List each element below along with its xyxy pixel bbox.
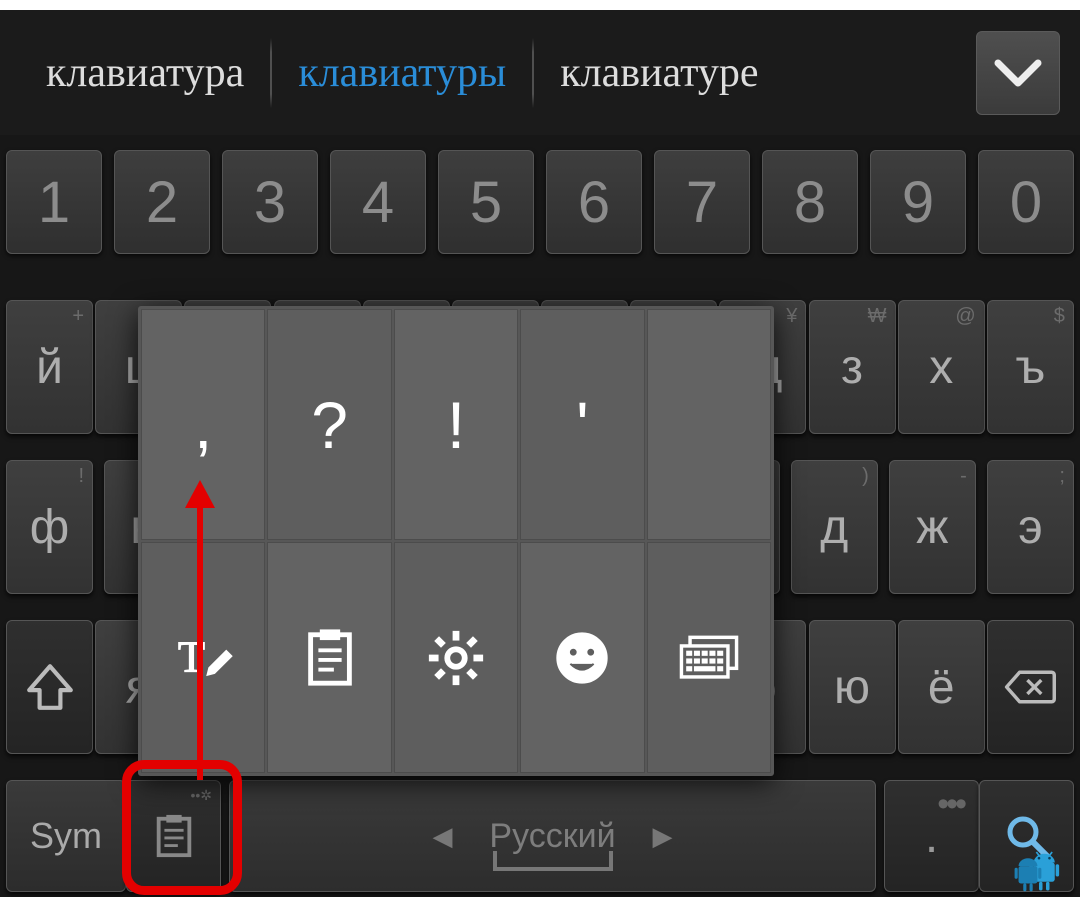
key-letter[interactable]: ю: [809, 620, 896, 754]
long-press-popup: , ? ! ' T: [138, 306, 774, 776]
key-5[interactable]: 5: [438, 150, 534, 254]
svg-text:T: T: [178, 631, 205, 681]
key-letter[interactable]: @х: [898, 300, 985, 434]
expand-suggestions-button[interactable]: [976, 31, 1060, 115]
backspace-icon: [1004, 661, 1056, 713]
app-separator: [0, 0, 1080, 10]
chevron-down-icon: [993, 58, 1043, 88]
key-0[interactable]: 0: [978, 150, 1074, 254]
key-letter[interactable]: $ъ: [987, 300, 1074, 434]
suggestion-word-2[interactable]: клавиатуре: [534, 49, 784, 97]
popup-apostrophe[interactable]: ': [520, 309, 644, 540]
clipboard-icon: [151, 813, 197, 859]
shift-key[interactable]: [6, 620, 93, 754]
keyboard-layout-icon: [678, 627, 740, 689]
popup-comma[interactable]: ,: [141, 309, 265, 540]
key-letter[interactable]: ё: [898, 620, 985, 754]
key-letter[interactable]: +й: [6, 300, 93, 434]
key-letter[interactable]: ;э: [987, 460, 1074, 594]
key-letter[interactable]: -ж: [889, 460, 976, 594]
popup-keyboard-layout[interactable]: [647, 542, 771, 773]
key-4[interactable]: 4: [330, 150, 426, 254]
bottom-row: Sym ••✲ ◀▶ Русский ••• .: [0, 780, 1080, 892]
clipboard-icon: [299, 627, 361, 689]
key-letter[interactable]: )д: [791, 460, 878, 594]
suggestion-word-0[interactable]: клавиатура: [20, 49, 270, 97]
options-key[interactable]: ••✲: [126, 780, 221, 892]
prev-lang-icon: ◀: [433, 821, 453, 852]
number-row: 1 2 3 4 5 6 7 8 9 0: [0, 150, 1080, 254]
key-2[interactable]: 2: [114, 150, 210, 254]
text-edit-icon: T: [172, 627, 234, 689]
popup-settings[interactable]: [394, 542, 518, 773]
key-1[interactable]: 1: [6, 150, 102, 254]
space-bar-icon: [493, 851, 613, 871]
shift-icon: [24, 661, 76, 713]
on-screen-keyboard: клавиатура клавиатуры клавиатуре 1 2 3 4…: [0, 10, 1080, 897]
key-7[interactable]: 7: [654, 150, 750, 254]
key-letter[interactable]: ₩з: [809, 300, 896, 434]
popup-empty[interactable]: [647, 309, 771, 540]
popup-exclaim[interactable]: !: [394, 309, 518, 540]
key-6[interactable]: 6: [546, 150, 642, 254]
key-8[interactable]: 8: [762, 150, 858, 254]
space-key[interactable]: ◀▶ Русский: [229, 780, 876, 892]
gear-icon: [425, 627, 487, 689]
popup-emoji[interactable]: [520, 542, 644, 773]
key-3[interactable]: 3: [222, 150, 318, 254]
popup-text-edit[interactable]: T: [141, 542, 265, 773]
suggestion-bar: клавиатура клавиатуры клавиатуре: [0, 10, 1080, 135]
android-mascot-icon: [1004, 845, 1074, 897]
key-letter[interactable]: !ф: [6, 460, 93, 594]
period-key[interactable]: ••• .: [884, 780, 979, 892]
symbols-key[interactable]: Sym: [6, 780, 126, 892]
backspace-key[interactable]: [987, 620, 1074, 754]
next-lang-icon: ▶: [653, 821, 673, 852]
popup-clipboard[interactable]: [267, 542, 391, 773]
suggestion-word-1[interactable]: клавиатуры: [272, 49, 532, 97]
popup-question[interactable]: ?: [267, 309, 391, 540]
key-9[interactable]: 9: [870, 150, 966, 254]
smiley-icon: [551, 627, 613, 689]
